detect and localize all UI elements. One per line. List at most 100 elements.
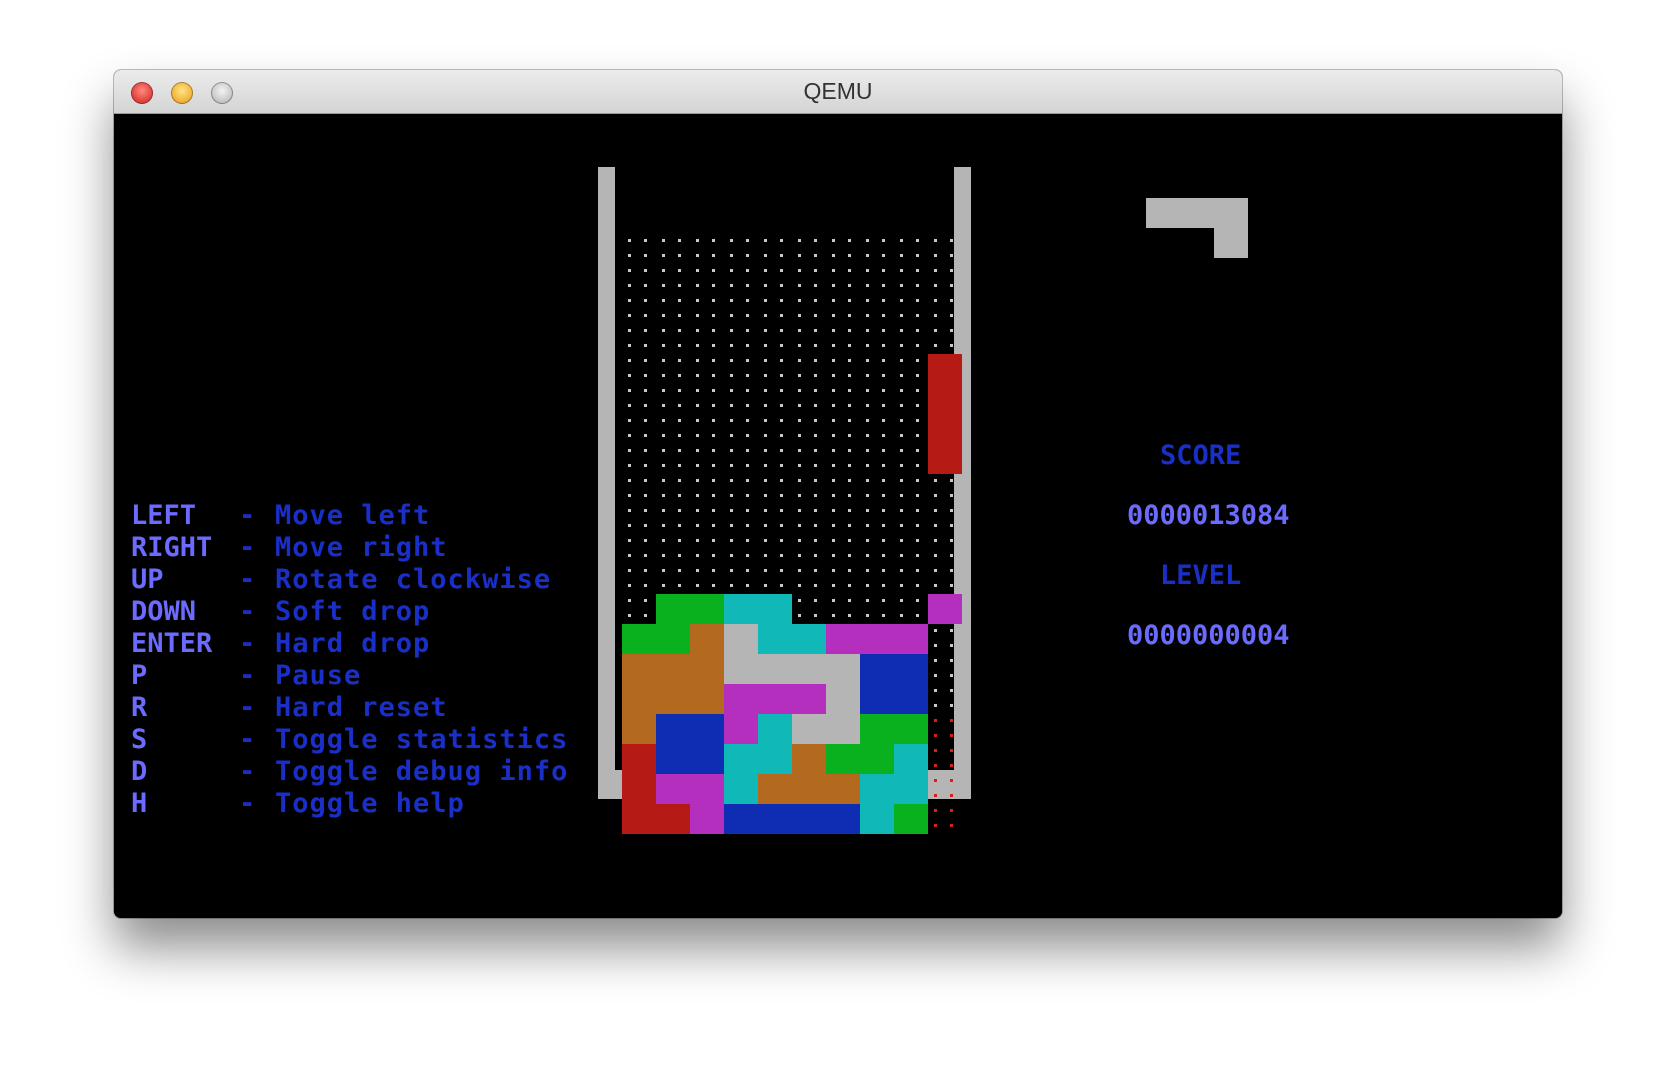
block-cell	[826, 624, 860, 654]
block-cell	[928, 414, 962, 444]
empty-cell	[934, 689, 953, 707]
empty-cell	[662, 509, 681, 527]
help-separator: -	[239, 692, 256, 723]
grid-dot	[746, 239, 749, 242]
help-key: D	[131, 756, 148, 787]
empty-cell	[696, 539, 715, 557]
block-cell	[758, 624, 792, 654]
grid-dot	[934, 269, 937, 272]
grid-dot	[916, 389, 919, 392]
block-cell	[826, 774, 860, 804]
empty-cell	[798, 359, 817, 377]
empty-cell	[900, 509, 919, 527]
empty-cell	[934, 509, 953, 527]
grid-dot	[746, 449, 749, 452]
grid-dot	[696, 479, 699, 482]
grid-dot	[662, 479, 665, 482]
help-row: LEFT - Move left	[131, 500, 568, 532]
grid-dot	[678, 539, 681, 542]
grid-dot	[900, 239, 903, 242]
grid-dot	[780, 284, 783, 287]
empty-cell	[832, 269, 851, 287]
grid-dot	[814, 359, 817, 362]
block-cell	[690, 624, 724, 654]
grid-dot	[696, 569, 699, 572]
grid-dot	[746, 494, 749, 497]
grid-dot	[832, 344, 835, 347]
grid-dot	[814, 524, 817, 527]
empty-cell	[900, 449, 919, 467]
grid-dot	[866, 329, 869, 332]
grid-dot	[934, 329, 937, 332]
grid-dot	[798, 299, 801, 302]
grid-dot	[848, 584, 851, 587]
grid-dot	[934, 539, 937, 542]
grid-dot	[866, 479, 869, 482]
grid-dot	[730, 374, 733, 377]
grid-dot	[764, 269, 767, 272]
grid-dot	[662, 254, 665, 257]
empty-cell	[934, 659, 953, 677]
block-cell	[758, 594, 792, 624]
block-cell	[792, 684, 826, 714]
well-left-wall	[598, 167, 615, 799]
title-bar[interactable]: QEMU	[114, 70, 1562, 114]
grid-dot	[696, 299, 699, 302]
block-cell	[758, 804, 792, 834]
block-cell	[826, 684, 860, 714]
grid-dot	[678, 299, 681, 302]
grid-dot	[934, 674, 937, 677]
grid-dot	[950, 329, 953, 332]
grid-dot	[916, 299, 919, 302]
empty-cell	[866, 419, 885, 437]
grid-dot	[662, 419, 665, 422]
block-cell	[690, 774, 724, 804]
grid-dot	[882, 569, 885, 572]
grid-dot	[848, 374, 851, 377]
block-cell	[860, 684, 894, 714]
grid-dot	[866, 404, 869, 407]
grid-dot	[900, 479, 903, 482]
grid-dot	[678, 464, 681, 467]
empty-cell	[730, 389, 749, 407]
grid-dot	[882, 374, 885, 377]
grid-dot	[866, 569, 869, 572]
empty-cell	[628, 329, 647, 347]
grid-dot	[866, 299, 869, 302]
grid-dot	[712, 494, 715, 497]
grid-dot	[644, 239, 647, 242]
grid-dot	[882, 314, 885, 317]
level-label: LEVEL	[1160, 560, 1242, 591]
grid-dot	[712, 464, 715, 467]
grid-dot	[780, 404, 783, 407]
grid-dot	[678, 389, 681, 392]
grid-dot	[662, 584, 665, 587]
grid-dot	[814, 554, 817, 557]
grid-dot	[814, 239, 817, 242]
help-row: P - Pause	[131, 660, 568, 692]
grid-dot	[730, 539, 733, 542]
grid-dot	[644, 374, 647, 377]
grid-dot	[780, 464, 783, 467]
empty-cell	[798, 389, 817, 407]
empty-cell	[934, 569, 953, 587]
grid-dot	[644, 419, 647, 422]
grid-dot	[848, 389, 851, 392]
game-screen[interactable]: LEFT - Move left RIGHT - Move right UP - Rotate …	[114, 114, 1562, 918]
grid-dot	[730, 584, 733, 587]
block-cell	[860, 654, 894, 684]
grid-dot	[730, 479, 733, 482]
block-cell	[894, 714, 928, 744]
grid-dot	[882, 404, 885, 407]
grid-dot	[934, 524, 937, 527]
grid-dot	[934, 479, 937, 482]
grid-dot	[934, 779, 937, 782]
grid-dot	[934, 569, 937, 572]
grid-dot	[848, 449, 851, 452]
grid-dot	[764, 464, 767, 467]
grid-dot	[780, 584, 783, 587]
grid-dot	[848, 239, 851, 242]
grid-dot	[678, 269, 681, 272]
block-cell	[690, 654, 724, 684]
grid-dot	[730, 329, 733, 332]
